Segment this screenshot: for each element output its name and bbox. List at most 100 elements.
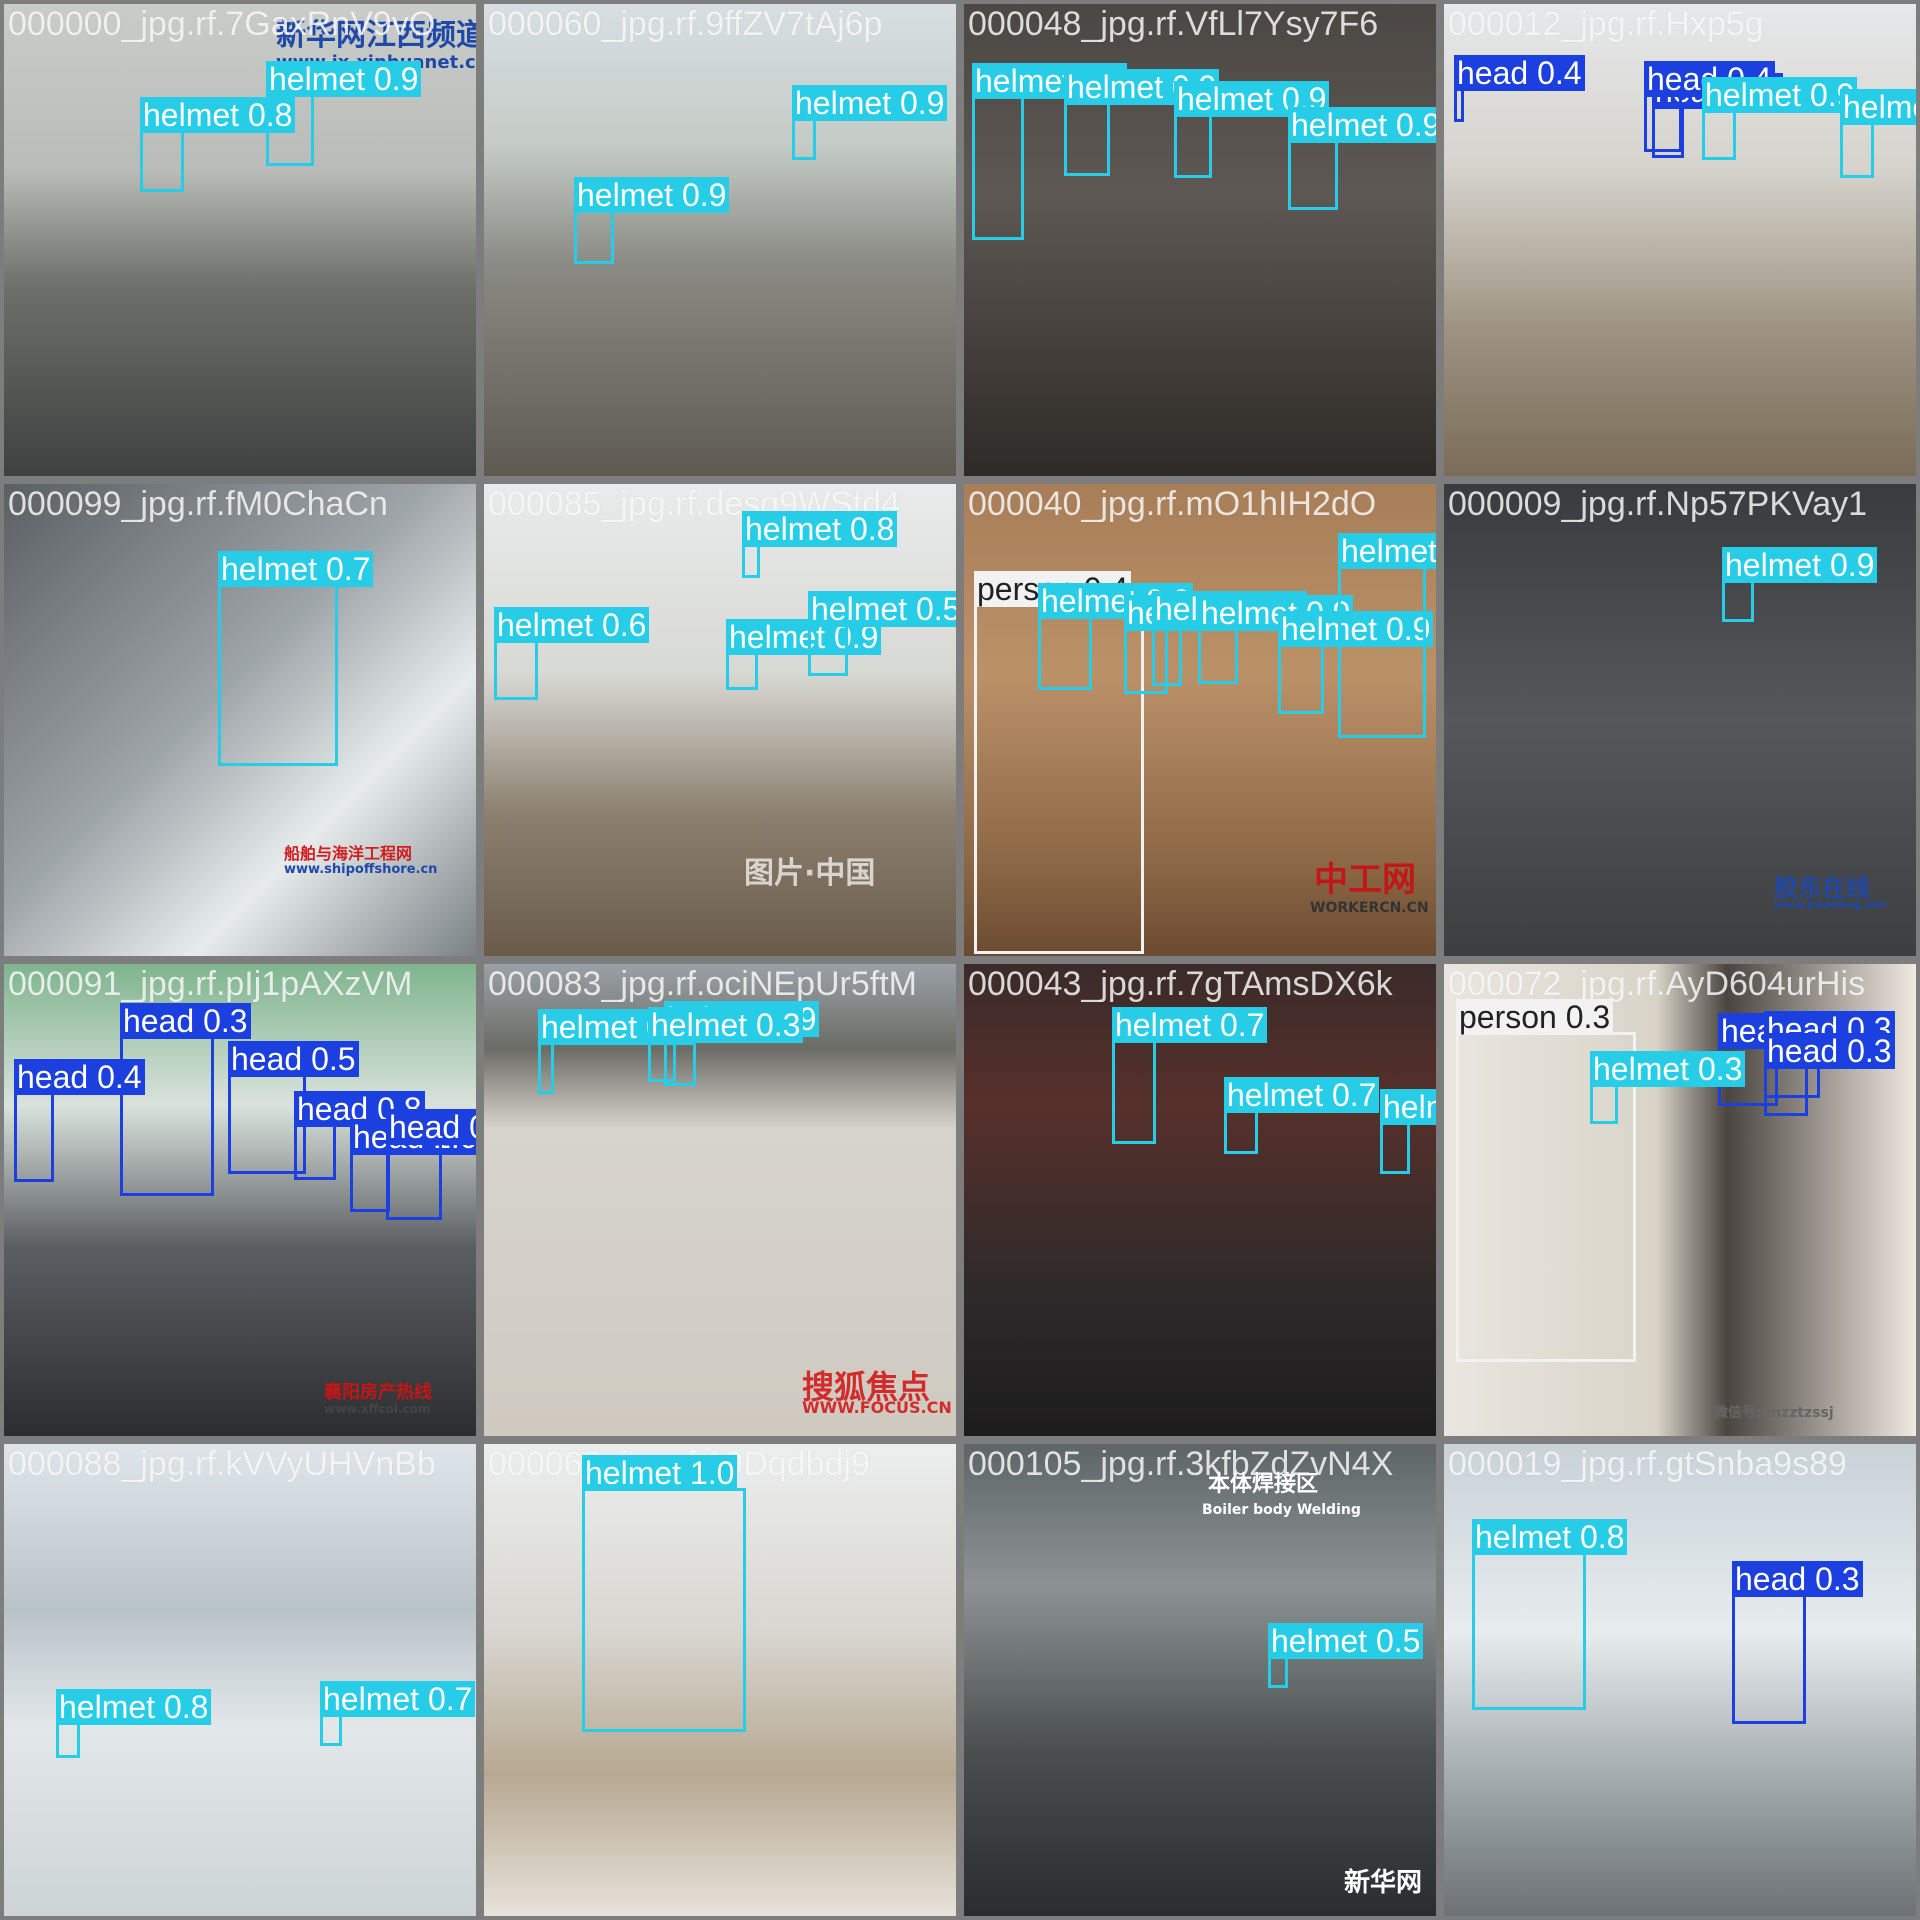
- detection-grid: 000000_jpg.rf.7GaxRnV9vO新华网江西频道www.jx.xi…: [0, 0, 1920, 1920]
- detection-label: helmet 0.5: [1268, 1623, 1424, 1659]
- detection-label: helmet 0.7: [218, 551, 374, 587]
- detection-label: head 0.3: [1732, 1561, 1863, 1597]
- image-filename: 000019_jpg.rf.gtSnba9s89: [1448, 1445, 1847, 1483]
- head-detection-box: head 0.4: [1454, 55, 1585, 122]
- image-filename: 000091_jpg.rf.pIj1pAXzVM: [8, 965, 413, 1003]
- image-tile: 000083_jpg.rf.ociNEpUr5ftM 搜狐焦点 WWW.FOCUS.…: [484, 964, 956, 1436]
- image-tile: 000062_jpg.rf.19Dqdbdj9helmet 1.0: [484, 1444, 956, 1916]
- detection-label: helmet 0.8: [1472, 1519, 1628, 1555]
- detection-label: helmet 1.0: [582, 1455, 738, 1491]
- watermark-text: 新华网: [1344, 1868, 1423, 1898]
- head-detection-box: head 0.4: [14, 1059, 145, 1182]
- image-filename: 000048_jpg.rf.VfLl7Ysy7F6: [968, 5, 1379, 43]
- helmet-detection-box: helmet 0.8: [56, 1689, 212, 1758]
- image-filename: 000040_jpg.rf.mO1hIH2dO: [968, 485, 1377, 523]
- helmet-detection-box: helmet 0.7: [1112, 1007, 1268, 1144]
- helmet-detection-box: helmet 0.9: [1174, 81, 1330, 178]
- scene-photo: [4, 1444, 476, 1916]
- image-tile: 000048_jpg.rf.VfLl7Ysy7F6 helmet 0.8 helme…: [964, 4, 1436, 476]
- helmet-detection-box: helmet 0.8: [1472, 1519, 1628, 1710]
- detection-label: helmet 0.7: [1224, 1077, 1380, 1113]
- helmet-detection-box: helmet 0.6: [1380, 1089, 1436, 1174]
- helmet-detection-box: helmet 0.7: [1224, 1077, 1380, 1154]
- watermark-text: 襄阳房产热线: [324, 1382, 432, 1403]
- detection-label: head 0.4: [14, 1059, 145, 1095]
- image-tile: 000012_jpg.rf.Hxp5ghead 0.4head 0.4head …: [1444, 4, 1916, 476]
- image-filename: 000012_jpg.rf.Hxp5g: [1448, 5, 1764, 43]
- helmet-detection-box: helmet 0.9: [1702, 77, 1858, 160]
- head-detection-box: head 0.6: [386, 1109, 476, 1220]
- detection-label: helmet 0.9: [1722, 547, 1878, 583]
- helmet-detection-box: helmet 0.5: [1268, 1623, 1424, 1688]
- image-filename: 000088_jpg.rf.kVVyUHVnBb: [8, 1445, 436, 1483]
- scene-photo: [484, 4, 956, 476]
- helmet-detection-box: helmet 0.6: [494, 607, 650, 700]
- helmet-detection-box: helmet 0.7: [320, 1681, 476, 1746]
- watermark-text: 微信号: mzztzssj: [1714, 1405, 1834, 1421]
- image-tile: 000072_jpg.rf.AyD604urHis 微信号: mzztzssj pe…: [1444, 964, 1916, 1436]
- head-detection-box: head 0.3: [1764, 1033, 1895, 1116]
- detection-label: helmet 0.9: [574, 177, 730, 213]
- detection-label: helmet 0.7: [1112, 1007, 1268, 1043]
- detection-label: person 0.3: [1456, 999, 1614, 1035]
- head-detection-box: head 0.4: [1644, 61, 1775, 152]
- watermark-text: Boiler body Welding: [1202, 1502, 1361, 1518]
- detection-label: helmet 0.9: [1288, 107, 1436, 143]
- detection-label: helmet 0.3: [1590, 1051, 1746, 1087]
- image-filename: 000060_jpg.rf.9ffZV7tAj6p: [488, 5, 883, 43]
- detection-label: head 0.3: [120, 1003, 251, 1039]
- image-filename: 000083_jpg.rf.ociNEpUr5ftM: [488, 965, 918, 1003]
- watermark-text: 中工网: [1314, 860, 1416, 900]
- image-filename: 000000_jpg.rf.7GaxRnV9vO: [8, 5, 436, 43]
- watermark-text: www.xffcol.com: [324, 1402, 431, 1416]
- scene-photo: [964, 1444, 1436, 1916]
- image-tile: 000040_jpg.rf.mO1hIH2dO 中工网 WORKERCN.CN per…: [964, 484, 1436, 956]
- detection-label: helmet 0.9: [1702, 77, 1858, 113]
- detection-label: helmet 0.5: [1840, 89, 1916, 125]
- helmet-detection-box: helmet 0.9: [792, 85, 948, 160]
- watermark-text: 船舶与海洋工程网: [284, 844, 413, 863]
- image-tile: 000009_jpg.rf.Np57PKVay1 胶东在线 www.jiaodong…: [1444, 484, 1916, 956]
- image-tile: 000043_jpg.rf.7gTAmsDX6k helmet 0.7 helmet…: [964, 964, 1436, 1436]
- helmet-detection-box: helmet 0.8: [140, 97, 296, 192]
- helmet-detection-box: helmet 0.5: [808, 591, 956, 676]
- detection-label: helmet 0.6: [494, 607, 650, 643]
- helmet-detection-box: helmet 0.8: [972, 63, 1128, 240]
- head-detection-box: head 0.3: [1732, 1561, 1863, 1724]
- scene-photo: [484, 484, 956, 956]
- detection-label: helmet 0.6: [1380, 1089, 1436, 1125]
- image-tile: 000091_jpg.rf.pIj1pAXzVM 襄阳房产热线 www.xffcol…: [4, 964, 476, 1436]
- helmet-detection-box: helmet 0.9: [538, 1009, 694, 1094]
- watermark-text: www.jiaodong.net: [1774, 898, 1887, 911]
- watermark-text: 图片·中国: [744, 856, 876, 891]
- helmet-detection-box: helmet 0.5: [1840, 89, 1916, 178]
- helmet-detection-box: helmet 0.9: [1198, 595, 1354, 684]
- detection-label: helmet 0.9: [266, 61, 422, 97]
- helmet-detection-box: helmet 0.7: [218, 551, 374, 766]
- helmet-detection-box: helmet 0.9: [1038, 583, 1194, 690]
- helmet-detection-box: helmet 0.9: [1152, 591, 1308, 686]
- detection-label: helmet 0.7: [320, 1681, 476, 1717]
- image-filename: 000099_jpg.rf.fM0ChaCn: [8, 485, 388, 523]
- helmet-detection-box: helmet 0.9: [1338, 533, 1436, 738]
- helmet-detection-box: helmet 0.9: [726, 619, 882, 690]
- head-detection-box: head 1.0: [350, 1119, 476, 1212]
- detection-label: head 0.3: [1764, 1033, 1895, 1069]
- detection-label: helmet 0.9: [1338, 533, 1436, 569]
- detection-label: helmet 0.5: [808, 591, 956, 627]
- image-tile: 000000_jpg.rf.7GaxRnV9vO新华网江西频道www.jx.xi…: [4, 4, 476, 476]
- helmet-detection-box: helmet 0.3: [1590, 1051, 1746, 1124]
- image-filename: 000105_jpg.rf.3kfbZdZvN4X: [968, 1445, 1394, 1483]
- watermark-text: www.shipoffshore.cn: [284, 862, 438, 877]
- helmet-detection-box: helmet 0.9: [574, 177, 730, 264]
- detection-label: helmet 0.8: [742, 511, 898, 547]
- detection-label: helmet 0.3: [648, 1007, 804, 1043]
- image-tile: 000105_jpg.rf.3kfbZdZvN4X 本体焊接区 Boiler bod…: [964, 1444, 1436, 1916]
- detection-label: helmet 0.8: [140, 97, 296, 133]
- detection-label: head 0.6: [386, 1109, 476, 1145]
- helmet-detection-box: helmet 0.9: [1064, 69, 1220, 176]
- detection-label: head 0.5: [228, 1041, 359, 1077]
- detection-label: helmet 0.9: [792, 85, 948, 121]
- image-filename: 000009_jpg.rf.Np57PKVay1: [1448, 485, 1868, 523]
- watermark-text: WWW.FOCUS.CN: [802, 1398, 952, 1417]
